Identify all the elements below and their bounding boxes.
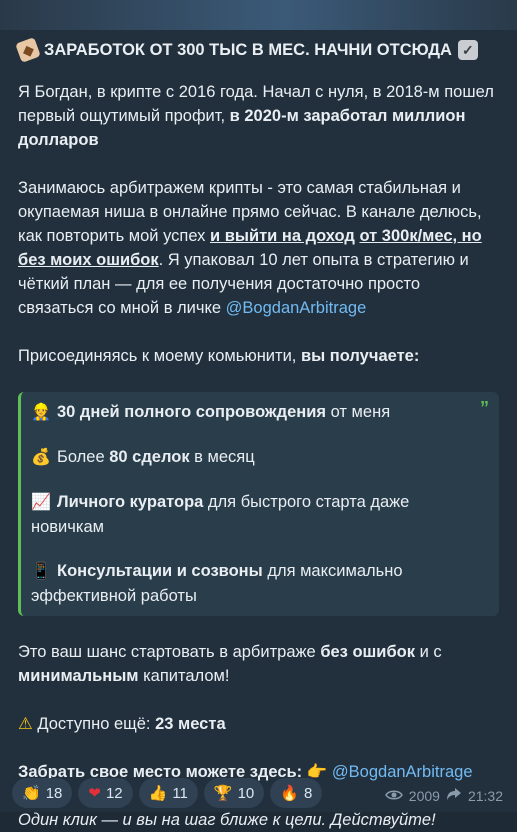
mention-link-2[interactable]: @BogdanArbitrage (332, 763, 473, 781)
reaction-thumbs-up[interactable]: 👍 11 (138, 778, 198, 808)
reaction-count: 18 (45, 784, 63, 802)
chance-text: Это ваш шанс стартовать в арбитраже (18, 643, 321, 661)
reaction-count: 12 (105, 784, 123, 802)
benefit-item: 👷 30 дней полного сопровождения от меня (31, 400, 465, 425)
views-count: 2009 (408, 787, 440, 804)
phone-icon: 📱 (31, 563, 51, 580)
price-tag-icon: ◆ (15, 37, 41, 63)
paragraph-about: Занимаюсь арбитражем крипты - это самая … (18, 176, 499, 320)
reaction-heart[interactable]: ❤ 12 (78, 778, 133, 808)
benefits-quote: ” 👷 30 дней полного сопровождения от меня… (18, 392, 499, 616)
benefit-text: от меня (326, 403, 391, 421)
post-content: ◆ ЗАРАБОТОК ОТ 300 ТЫС В МЕС. НАЧНИ ОТСЮ… (0, 30, 517, 832)
heart-icon: ❤ (88, 785, 101, 802)
paragraph-chance: Это ваш шанс стартовать в арбитраже без … (18, 640, 499, 688)
post-title-text: ЗАРАБОТОК ОТ 300 ТЫС В МЕС. НАЧНИ ОТСЮДА (44, 41, 452, 59)
chance-bold-1: без ошибок (320, 643, 415, 661)
benefit-item: 💰 Более 80 сделок в месяц (31, 445, 465, 470)
reactions-bar: 👏 18 ❤ 12 👍 11 🏆 10 🔥 8 (12, 778, 323, 808)
mention-link[interactable]: @BogdanArbitrage (226, 299, 367, 317)
warning-icon: ⚠ (18, 715, 33, 733)
thumbs-up-icon: 👍 (148, 785, 168, 802)
post-time: 21:32 (467, 787, 503, 804)
chart-up-icon: 📈 (31, 494, 51, 511)
benefit-text: в месяц (189, 448, 255, 466)
chance-text-3: капиталом! (138, 667, 230, 685)
post-image-banner[interactable] (0, 0, 517, 30)
benefit-bold: 30 дней полного сопровождения (57, 403, 327, 421)
channel-post: ◆ ЗАРАБОТОК ОТ 300 ТЫС В МЕС. НАЧНИ ОТСЮ… (0, 0, 517, 829)
reaction-count: 10 (237, 784, 255, 802)
trophy-icon: 🏆 (213, 785, 233, 802)
reaction-trophy[interactable]: 🏆 10 (203, 778, 265, 808)
fire-icon: 🔥 (280, 785, 299, 802)
reaction-count: 8 (303, 784, 313, 802)
person-icon: 👷 (31, 404, 51, 421)
reaction-clap[interactable]: 👏 18 (12, 778, 73, 808)
post-title: ◆ ЗАРАБОТОК ОТ 300 ТЫС В МЕС. НАЧНИ ОТСЮ… (15, 37, 499, 63)
post-meta: 2009 21:32 (384, 787, 503, 804)
benefit-item: 📈 Личного куратора для быстрого старта да… (31, 490, 465, 539)
benefit-bold: 80 сделок (109, 448, 190, 466)
chance-bold-2: минимальным (18, 667, 139, 685)
paragraph-available: ⚠ Доступно ещё: 23 места (18, 712, 499, 736)
benefit-bold: Консультации и созвоны (57, 562, 263, 580)
chance-text-2: и с (414, 643, 442, 661)
paragraph-join: Присоединяясь к моему комьюнити, вы полу… (18, 344, 499, 368)
reaction-fire[interactable]: 🔥 8 (270, 778, 323, 808)
check-mark-icon: ✓ (457, 40, 478, 60)
paragraph-intro: Я Богдан, в крипте с 2016 года. Начал с … (18, 80, 499, 152)
available-text: Доступно ещё: (32, 715, 156, 733)
clap-icon: 👏 (22, 785, 41, 802)
join-text: Присоединяясь к моему комьюнити, (18, 347, 301, 365)
available-bold: 23 места (155, 715, 226, 733)
reaction-count: 11 (172, 784, 188, 802)
benefit-bold: Личного куратора (57, 493, 204, 511)
about-underline-1: и выйти на доход (209, 227, 355, 245)
money-bag-icon: 💰 (31, 449, 51, 466)
eye-icon (384, 788, 403, 804)
join-bold: вы получаете: (300, 347, 420, 365)
benefit-item: 📱 Консультации и созвоны для максимально … (31, 559, 465, 608)
benefit-text: Более (57, 448, 110, 466)
share-icon[interactable] (446, 787, 462, 804)
quote-mark-icon: ” (480, 398, 489, 418)
